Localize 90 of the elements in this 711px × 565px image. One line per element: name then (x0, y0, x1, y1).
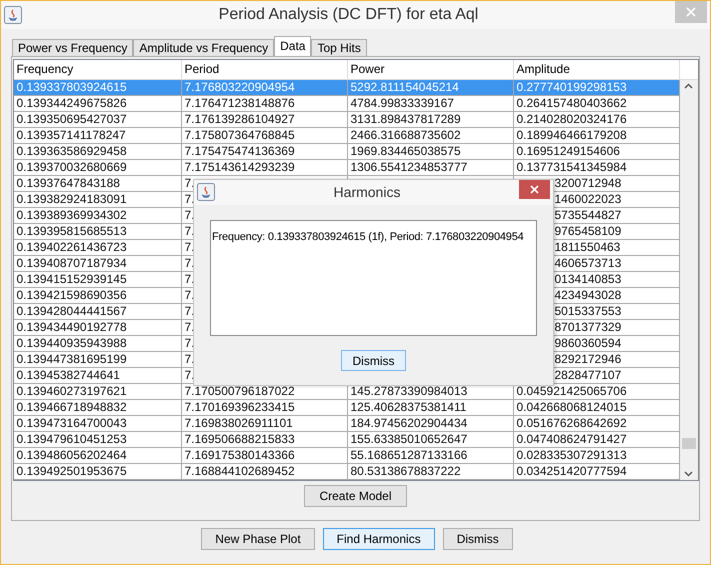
table-cell: 0.139466718948832 (16, 400, 127, 414)
table-cell: 7.170169396233415 (184, 400, 295, 414)
table-cell: 9860360594 (554, 336, 622, 350)
table-cell: 0.051676268642692 (516, 416, 627, 430)
table-cell: 0.16951249154606 (516, 144, 620, 158)
table-cell: 0.045921425065706 (516, 384, 627, 398)
table-cell: 0.277740199298153 (516, 80, 627, 94)
table-cell: 7. (184, 192, 195, 206)
table-cell: 0.139382924183091 (16, 192, 127, 206)
table-cell: 184.97456202904434 (350, 416, 468, 430)
table-cell: 0.139460273197621 (16, 384, 127, 398)
table-cell: 7.176139286104927 (184, 112, 295, 126)
table-cell: 0.214028020324176 (516, 112, 627, 126)
table-cell: 2828477107 (554, 368, 622, 382)
table-cell: 0.139350695427037 (16, 112, 127, 126)
table-cell: 7. (184, 352, 195, 366)
table-cell: 7. (184, 336, 195, 350)
table-cell: 7.169838026911101 (184, 416, 293, 430)
table-cell: 7. (184, 304, 195, 318)
table-cell: 155.63385010652647 (350, 432, 468, 446)
table-cell: 0.139402261436723 (16, 240, 127, 254)
table-cell: 1306.5541234853777 (350, 160, 468, 174)
table-cell: 1460022023 (554, 192, 622, 206)
table-cell: 5292.811154045214 (350, 80, 459, 94)
table-cell: 0.028335307291313 (516, 448, 627, 462)
table-cell: 7. (184, 320, 195, 334)
table-cell: 7. (184, 368, 195, 382)
table-cell: 3200712948 (554, 176, 622, 190)
table-cell: 4606573713 (554, 256, 622, 270)
table-cell: 0.139389369934302 (16, 208, 127, 222)
table-cell: 1969.834465038575 (350, 144, 461, 158)
table-cell: 5735544827 (554, 208, 622, 222)
table-cell: 0.139479610451253 (16, 432, 127, 446)
table-cell: 8701377329 (554, 320, 622, 334)
table-cell: 7. (184, 272, 195, 286)
table-cell: 4784.99833339167 (350, 96, 454, 110)
table-cell: 0.13937647843188 (16, 176, 120, 190)
table-cell: 0.139370032680669 (16, 160, 127, 174)
table-cell: 7. (184, 240, 195, 254)
table-cell: 0.139357141178247 (16, 128, 126, 142)
table-cell: 7.175807364768845 (184, 128, 295, 142)
table-cell: 125.40628375381411 (350, 400, 466, 414)
harmonics-text: Frequency: 0.139337803924615 (1f), Period: 7.176803220904954 (212, 231, 524, 243)
table-cell: 80.53138678837222 (350, 464, 461, 478)
table-cell: 0.047408624791427 (516, 432, 627, 446)
table-cell: 0.139344249675826 (16, 96, 127, 110)
table-cell: 0.139447381695199 (16, 352, 127, 366)
table-cell: 7. (184, 176, 195, 190)
table-cell: 7.169175380143366 (184, 448, 295, 462)
table-cell: 4234943028 (554, 288, 622, 302)
table-cell: 145.27873390984013 (350, 384, 468, 398)
table-cell: 0.139440935943988 (16, 336, 127, 350)
table-cell: 0.137731541345984 (516, 160, 627, 174)
table-cell: 0.264157480403662 (516, 96, 627, 110)
table-cell: 0.139337803924615 (16, 80, 127, 94)
table-cell: 7.170500796187022 (184, 384, 295, 398)
table-cell: 7. (184, 224, 195, 238)
table-cell: 0.139434490192778 (16, 320, 127, 334)
table-cell: 2466.316688735602 (350, 128, 461, 142)
table-cell: 7. (184, 288, 195, 302)
table-cell: 7.169506688215833 (184, 432, 295, 446)
dialog-title: Harmonics (334, 183, 400, 201)
table-cell: 0.139363586929458 (16, 144, 127, 158)
window-title: Period Analysis (DC DFT) for eta Aql (218, 5, 478, 25)
table-cell: 7.176803220904954 (184, 80, 295, 94)
table-cell: 55.168651287133166 (350, 448, 468, 462)
table-cell: 7. (184, 256, 195, 270)
table-cell: 0.139486056202464 (16, 448, 127, 462)
table-cell: 0.139408707187934 (16, 256, 127, 270)
table-cell: 0.139473164700043 (16, 416, 127, 430)
table-cell: 0.034251420777594 (516, 464, 627, 478)
table-cell: 7.168844102689452 (184, 464, 295, 478)
table-cell: 0134140853 (554, 272, 622, 286)
table-cell: 7.175143614293239 (184, 160, 295, 174)
table-cell: 7. (184, 208, 195, 222)
table-cell: 7.176471238148876 (184, 96, 295, 110)
table-cell: 0.042668068124015 (516, 400, 627, 414)
table-cell: 0.139395815685513 (16, 224, 127, 238)
table-cell: 3131.898437817289 (350, 112, 461, 126)
table-cell: 0.139492501953675 (16, 464, 127, 478)
table-cell: 0.139421598690356 (16, 288, 127, 302)
table-cell: 0.189946466179208 (516, 128, 627, 142)
table-cell: 5015337553 (554, 304, 622, 318)
table-cell: 0.139428044441567 (16, 304, 127, 318)
table-cell: 0.13945382744641 (16, 368, 120, 382)
table-cell: 0.139415152939145 (16, 272, 127, 286)
table-cell: 1811550463 (554, 240, 620, 254)
table-cell: 7.175475474136369 (184, 144, 295, 158)
table-cell: 8292172946 (554, 352, 622, 366)
table-cell: 9765458109 (554, 224, 622, 238)
